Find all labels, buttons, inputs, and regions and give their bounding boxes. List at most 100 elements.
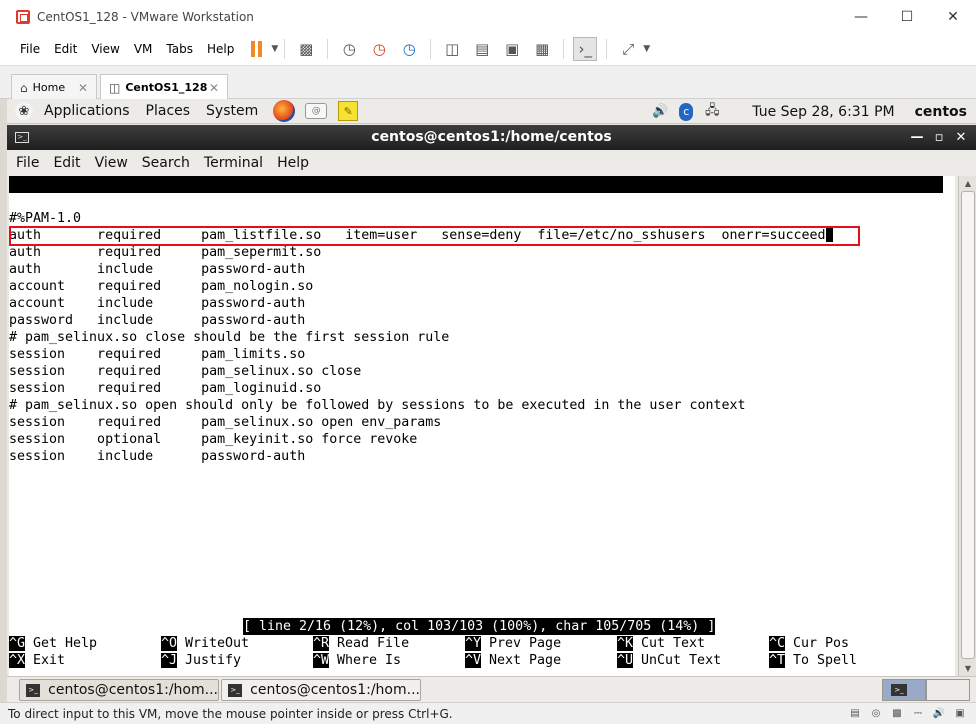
scrollbar-thumb[interactable] <box>961 191 975 659</box>
vmware-menubar: File Edit View VM Tabs Help ▼ ▩ ◷ ◷ ◷ ◫ … <box>0 33 976 65</box>
menu-file[interactable]: File <box>13 42 47 56</box>
shortcut-cur-pos: ^C Cur Pos <box>769 636 850 651</box>
bluetooth-tray[interactable]: ϲ <box>676 102 696 122</box>
sidebar-view-icon[interactable]: ◫ <box>440 37 464 61</box>
file-line: auth include password-auth <box>9 262 306 277</box>
menu-system[interactable]: System <box>206 103 258 119</box>
snapshot-icon[interactable]: ◷ <box>337 37 361 61</box>
minimize-icon[interactable]: — <box>838 0 884 33</box>
terminal-menu-edit[interactable]: Edit <box>46 155 87 171</box>
vmware-app-icon <box>16 9 30 24</box>
menu-help[interactable]: Help <box>200 42 241 56</box>
thumbnail-view-icon[interactable]: ▤ <box>470 37 494 61</box>
console-view-icon[interactable]: ›_ <box>573 37 598 61</box>
notes-launcher[interactable]: ✎ <box>336 99 360 123</box>
taskbar-button-terminal-2[interactable]: >_ centos@centos1:/hom... <box>221 679 421 701</box>
workspace-1[interactable]: >_ <box>882 679 926 701</box>
shortcut-writeout: ^O WriteOut <box>161 636 250 651</box>
menu-vm[interactable]: VM <box>127 42 160 56</box>
snapshot-manager-icon[interactable]: ◷ <box>397 37 421 61</box>
shortcut-next-page: ^V Next Page <box>465 653 562 668</box>
cd-rom-icon[interactable]: ◎ <box>868 706 884 720</box>
taskbar-button-terminal-1[interactable]: >_ centos@centos1:/hom... <box>19 679 219 701</box>
terminal-menu-help[interactable]: Help <box>270 155 316 171</box>
clock[interactable]: Tue Sep 28, 6:31 PM <box>752 104 894 120</box>
user-menu[interactable]: centos <box>915 104 967 120</box>
terminal-window-controls: — ▫ ✕ <box>906 125 972 150</box>
scroll-down-icon[interactable]: ▼ <box>959 661 976 676</box>
vm-icon: ◫ <box>109 80 121 95</box>
terminal-menu-terminal[interactable]: Terminal <box>197 155 270 171</box>
tab-centos[interactable]: ◫ CentOS1_128 ✕ <box>100 74 228 100</box>
usb-icon[interactable]: ⎓ <box>910 706 926 720</box>
terminal-screen[interactable]: GNU nano 2.0.9 File: /etc/pam.d/sshd Mod… <box>9 176 955 676</box>
unity-icon[interactable]: ▦ <box>530 37 554 61</box>
scroll-up-icon[interactable]: ▲ <box>959 176 976 191</box>
firefox-launcher[interactable] <box>272 99 296 123</box>
tab-close-icon[interactable]: ✕ <box>78 81 88 95</box>
menu-view[interactable]: View <box>84 42 126 56</box>
terminal-minimize-icon[interactable]: — <box>906 130 928 145</box>
terminal-close-icon[interactable]: ✕ <box>950 130 972 145</box>
terminal-maximize-icon[interactable]: ▫ <box>928 130 950 145</box>
tab-centos-label: CentOS1_128 <box>125 81 208 94</box>
terminal-icon: >_ <box>26 683 41 697</box>
window-title: CentOS1_128 - VMware Workstation <box>37 9 254 24</box>
shortcut-where-is: ^W Where Is <box>313 653 402 668</box>
gnome-bottom-panel: >_ centos@centos1:/hom... >_ centos@cent… <box>7 676 976 702</box>
gnome-top-panel: ❀ Applications Places System @ ✎ 🔊 ϲ 🖧 T… <box>7 99 976 124</box>
terminal-menu-search[interactable]: Search <box>135 155 197 171</box>
file-line: auth required pam_sepermit.so <box>9 245 322 260</box>
menu-edit[interactable]: Edit <box>47 42 84 56</box>
terminal-titlebar[interactable]: >_ centos@centos1:/home/centos — ▫ ✕ <box>7 125 976 150</box>
pause-icon <box>250 41 262 57</box>
mail-launcher[interactable]: @ <box>304 99 328 123</box>
menu-places[interactable]: Places <box>146 103 191 119</box>
guest-display[interactable]: ❀ Applications Places System @ ✎ 🔊 ϲ 🖧 T… <box>0 99 976 702</box>
close-icon[interactable]: ✕ <box>930 0 976 33</box>
terminal-menu-view[interactable]: View <box>88 155 135 171</box>
window-controls: — ☐ ✕ <box>838 0 976 33</box>
tab-home-label: Home <box>32 81 66 94</box>
system-tray: 🔊 ϲ 🖧 Tue Sep 28, 6:31 PM centos <box>650 99 976 124</box>
revert-snapshot-icon[interactable]: ◷ <box>367 37 391 61</box>
menu-applications[interactable]: Applications <box>44 103 130 119</box>
terminal-menubar: File Edit View Search Terminal Help <box>7 150 976 176</box>
nano-header: GNU nano 2.0.9 File: /etc/pam.d/sshd Mod… <box>9 176 943 243</box>
workspace-switcher[interactable]: >_ <box>882 679 970 701</box>
stretch-dropdown-icon[interactable]: ▼ <box>643 44 650 54</box>
terminal-scrollbar[interactable]: ▲ ▼ <box>958 176 976 676</box>
power-dropdown-icon[interactable]: ▼ <box>271 44 278 54</box>
file-line: session required pam_limits.so <box>9 347 306 362</box>
maximize-icon[interactable]: ☐ <box>884 0 930 33</box>
pause-button[interactable] <box>244 37 268 61</box>
hard-disk-icon[interactable]: ▤ <box>847 706 863 720</box>
shortcut-cut-text: ^K Cut Text <box>617 636 706 651</box>
mail-icon: @ <box>305 103 328 119</box>
display-icon[interactable]: ▣ <box>952 706 968 720</box>
stretch-view-icon[interactable]: ⤢ <box>616 37 640 61</box>
file-line: # pam_selinux.so close should be the fir… <box>9 330 450 345</box>
network-adapter-icon[interactable]: ▩ <box>889 706 905 720</box>
menu-tabs[interactable]: Tabs <box>159 42 200 56</box>
tab-home[interactable]: ⌂ Home ✕ <box>11 74 97 100</box>
shortcut-get-help: ^G Get Help <box>9 636 98 651</box>
network-icon[interactable]: 🖧 <box>702 102 722 122</box>
vmware-tab-strip: ⌂ Home ✕ ◫ CentOS1_128 ✕ <box>0 65 976 100</box>
workspace-2[interactable] <box>926 679 970 701</box>
terminal-menu-file[interactable]: File <box>9 155 46 171</box>
tab-close-icon[interactable]: ✕ <box>209 81 219 95</box>
sound-icon[interactable]: 🔊 <box>931 706 947 720</box>
shortcut-justify: ^J Justify <box>161 653 242 668</box>
shortcut-row: ^X Exit ^J Justify ^W Where Is ^V Next P… <box>9 652 955 669</box>
bluetooth-icon: ϲ <box>679 102 694 121</box>
file-content[interactable]: #%PAM-1.0 auth required pam_listfile.so … <box>9 210 955 465</box>
fullscreen-icon[interactable]: ▣ <box>500 37 524 61</box>
terminal-window: >_ centos@centos1:/home/centos — ▫ ✕ Fil… <box>7 125 976 676</box>
file-line: account required pam_nologin.so <box>9 279 314 294</box>
volume-icon[interactable]: 🔊 <box>650 102 670 122</box>
file-line: # pam_selinux.so open should only be fol… <box>9 398 746 413</box>
file-line: session required pam_loginuid.so <box>9 381 322 396</box>
send-ctrl-alt-del-icon[interactable]: ▩ <box>294 37 318 61</box>
status-hint: To direct input to this VM, move the mou… <box>8 706 453 721</box>
